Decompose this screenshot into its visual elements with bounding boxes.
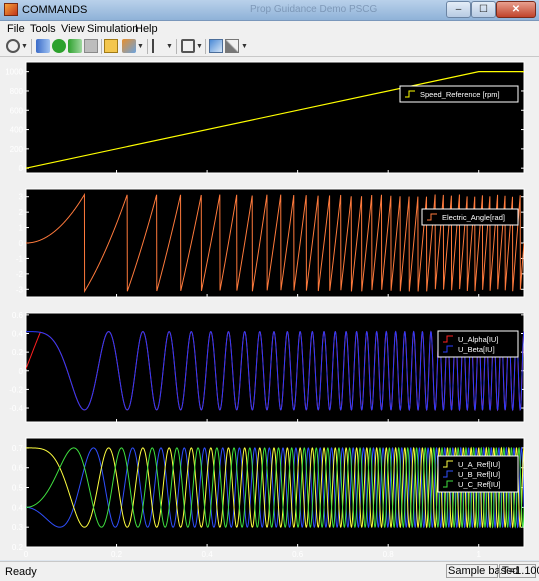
back-icon[interactable] xyxy=(36,39,50,53)
y-tick-label: -0.2 xyxy=(9,385,23,394)
y-tick-label: 600 xyxy=(10,106,24,115)
legend-label: U_A_Ref[IU] xyxy=(458,460,500,469)
x-tick-label: 0.6 xyxy=(292,550,304,559)
lock-icon[interactable] xyxy=(104,39,118,53)
style-icon[interactable] xyxy=(209,39,223,53)
menu-help[interactable]: Help xyxy=(135,23,158,35)
y-tick-label: 3 xyxy=(19,193,24,202)
y-tick-label: 0.3 xyxy=(12,523,24,532)
gear-icon[interactable] xyxy=(6,39,20,53)
chevron-down-icon[interactable]: ▼ xyxy=(241,43,248,50)
legend-label: U_Alpha[IU] xyxy=(458,335,498,344)
edit-icon[interactable] xyxy=(225,39,239,53)
y-tick-label: 2 xyxy=(19,208,24,217)
toolbar-separator xyxy=(147,39,148,54)
menu-file[interactable]: File xyxy=(7,23,25,35)
scope-plots[interactable]: 10008006004002000Speed_Reference [rpm]32… xyxy=(0,57,539,560)
chevron-down-icon[interactable]: ▼ xyxy=(137,43,144,50)
window-title: COMMANDS xyxy=(22,4,88,16)
title-bar[interactable]: COMMANDS Prop Guidance Demo PSCG ‒ ☐ ✕ xyxy=(0,0,539,21)
y-tick-label: -3 xyxy=(16,285,24,294)
menu-bar: File Tools View Simulation Help xyxy=(0,21,539,37)
y-tick-label: 0.4 xyxy=(12,503,24,512)
y-tick-label: 0.6 xyxy=(12,464,24,473)
menu-tools[interactable]: Tools xyxy=(30,23,56,35)
x-tick-label: 0.4 xyxy=(202,550,214,559)
legend-label: U_B_Ref[IU] xyxy=(458,470,500,479)
y-tick-label: 0 xyxy=(19,367,24,376)
y-tick-label: -2 xyxy=(16,270,24,279)
y-tick-label: -0.4 xyxy=(9,404,23,413)
toolbar-separator xyxy=(101,39,102,54)
y-tick-label: 0.4 xyxy=(12,329,24,338)
fit-icon[interactable] xyxy=(181,39,195,53)
run-icon[interactable] xyxy=(52,39,66,53)
cursor-icon[interactable] xyxy=(152,39,166,53)
y-tick-label: 0.6 xyxy=(12,311,24,320)
plot-panel-3[interactable]: 0.6 0.4 0.2 0 -0.2 -0.4 U_Alpha[IU]U_Beta[IU] xyxy=(9,311,525,423)
y-tick-label: 0 xyxy=(19,239,24,248)
status-text: Ready xyxy=(5,566,37,578)
menu-view[interactable]: View xyxy=(61,23,85,35)
legend-label: Electric_Angle[rad] xyxy=(442,213,505,222)
plot-panel-2[interactable]: 3 2 1 0 -1 -2 -3 Electric_Angle[rad] xyxy=(16,188,525,298)
menu-simulation[interactable]: Simulation xyxy=(87,23,138,35)
toolbar-separator xyxy=(176,39,177,54)
x-tick-label: 0 xyxy=(24,550,29,559)
y-tick-label: 1 xyxy=(19,224,24,233)
x-tick-label: 0.8 xyxy=(383,550,395,559)
chevron-down-icon[interactable]: ▼ xyxy=(21,43,28,50)
y-tick-label: 1000 xyxy=(5,68,23,77)
plot-axes-frame xyxy=(25,188,525,298)
plot-axes-frame xyxy=(25,61,525,174)
application-window: COMMANDS Prop Guidance Demo PSCG ‒ ☐ ✕ F… xyxy=(0,0,539,581)
y-tick-label: 0.5 xyxy=(12,484,24,493)
step-icon[interactable] xyxy=(68,39,82,53)
toolbar: ▼ ▼ ▼ ▼ ▼ xyxy=(0,37,539,57)
toolbar-separator xyxy=(205,39,206,54)
y-tick-label: 0.2 xyxy=(12,543,24,552)
close-button[interactable]: ✕ xyxy=(496,1,536,18)
x-tick-label: 1 xyxy=(477,550,482,559)
legend[interactable]: Electric_Angle[rad] xyxy=(421,208,519,226)
scope-plot-area: 1000 800 600 400 200 0 Speed_Reference [rpm] 3 2… xyxy=(0,57,539,560)
plot-panel-4[interactable]: 0.70.60.50.40.30.20 0.2 0.4 0.6 0.8 1U_A_Ref[… xyxy=(12,437,525,559)
toolbar-separator xyxy=(31,39,32,54)
legend[interactable]: U_A_Ref[IU]U_B_Ref[IU]U_C_Ref[IU] xyxy=(437,455,519,493)
maximize-button[interactable]: ☐ xyxy=(471,1,496,18)
status-bar: Ready Sample based T=1.100 xyxy=(0,561,539,581)
chevron-down-icon[interactable]: ▼ xyxy=(166,43,173,50)
chevron-down-icon[interactable]: ▼ xyxy=(196,43,203,50)
legend[interactable]: U_Alpha[IU]U_Beta[IU] xyxy=(437,330,519,358)
y-tick-label: 400 xyxy=(10,126,24,135)
y-tick-label: 800 xyxy=(10,87,24,96)
y-tick-label: 200 xyxy=(10,145,24,154)
x-tick-label: 0.2 xyxy=(111,550,123,559)
legend-label: U_C_Ref[IU] xyxy=(458,480,501,489)
y-tick-label: 0.2 xyxy=(12,348,24,357)
minimize-button[interactable]: ‒ xyxy=(446,1,471,18)
y-tick-label: 0 xyxy=(19,164,24,173)
background-window-title: Prop Guidance Demo PSCG xyxy=(250,4,378,15)
stop-icon[interactable] xyxy=(84,39,98,53)
y-tick-label: 0.7 xyxy=(12,444,24,453)
simulink-icon xyxy=(4,3,18,16)
status-time: T=1.100 xyxy=(502,565,539,577)
plot-panel-1[interactable]: 1000 800 600 400 200 0 Speed_Reference [rpm] xyxy=(5,61,525,174)
highlight-icon[interactable] xyxy=(122,39,136,53)
legend-label: Speed_Reference [rpm] xyxy=(420,90,500,99)
legend[interactable]: Speed_Reference [rpm] xyxy=(399,85,519,103)
legend-label: U_Beta[IU] xyxy=(458,345,495,354)
y-tick-label: -1 xyxy=(16,254,24,263)
